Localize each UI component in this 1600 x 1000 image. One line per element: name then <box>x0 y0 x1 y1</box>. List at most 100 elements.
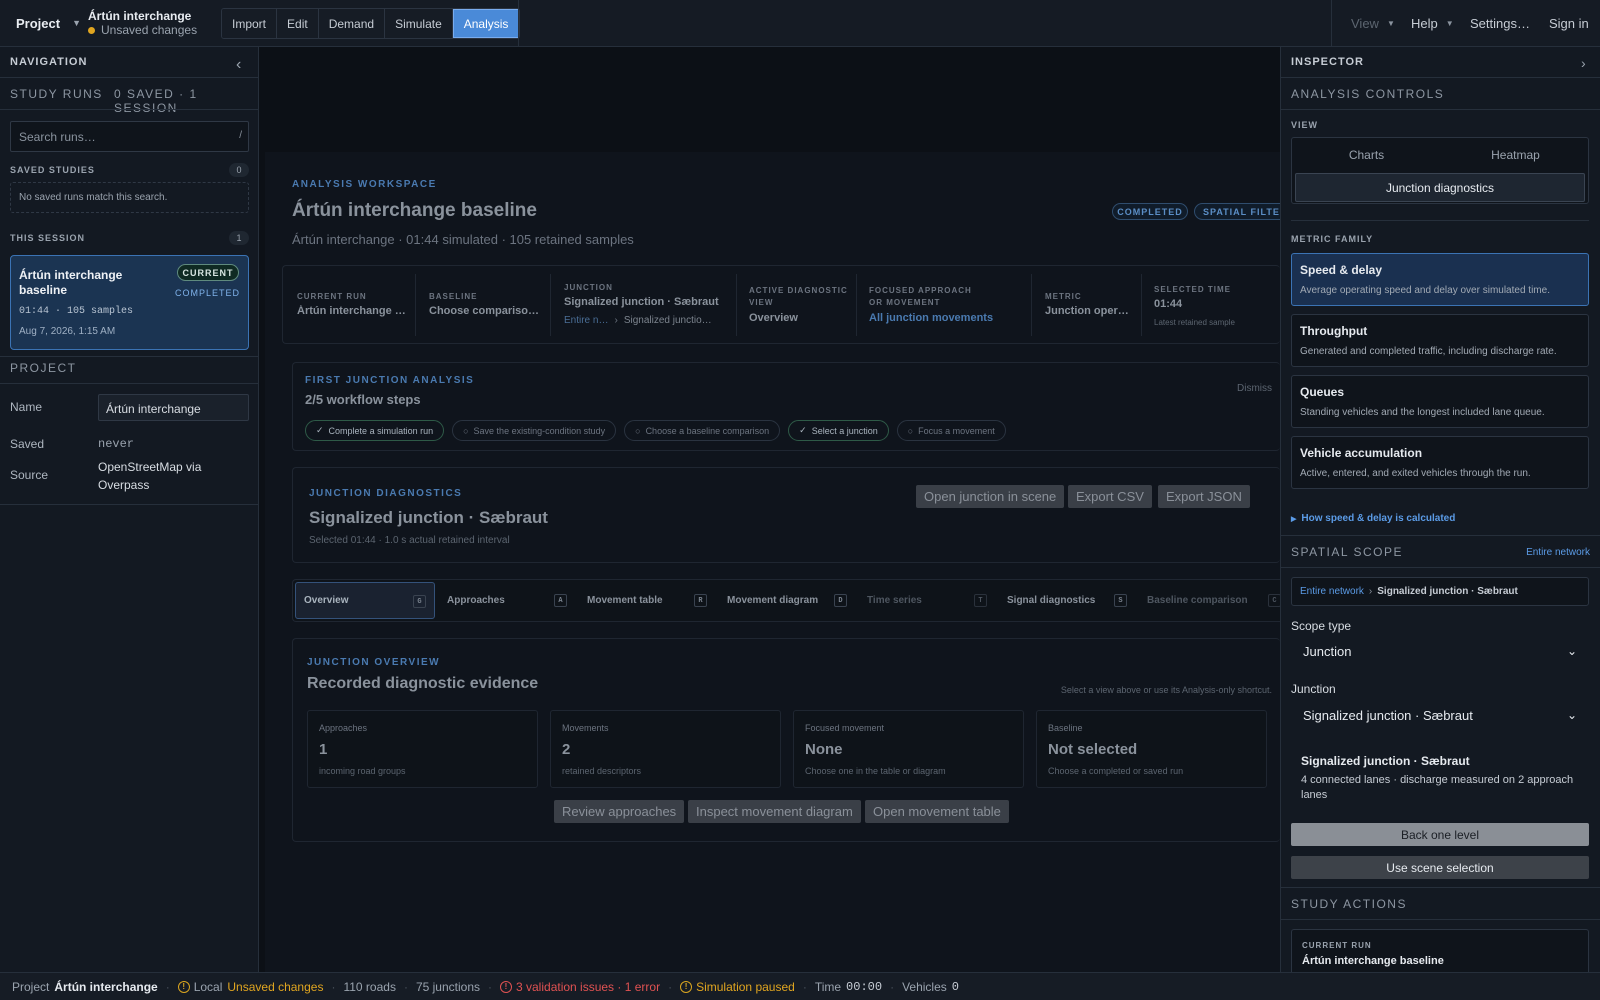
view-menu[interactable]: View ▼ <box>1351 0 1395 46</box>
tab-time-series[interactable]: Time series T <box>859 582 995 619</box>
divider <box>1331 0 1332 46</box>
tab-baseline-comparison[interactable]: Baseline comparison C <box>1139 582 1281 619</box>
how-calculated-disclosure[interactable]: ▶ How speed & delay is calculated <box>1291 513 1455 524</box>
step-label: Save the existing-condition study <box>473 425 606 436</box>
metric-throughput[interactable]: Throughput Generated and completed traff… <box>1291 314 1589 367</box>
saved-studies-title: SAVED STUDIES <box>10 165 95 175</box>
collapse-right-icon[interactable]: › <box>1581 55 1586 71</box>
tab-overview[interactable]: Overview G <box>295 582 435 619</box>
metric-title: Vehicle accumulation <box>1300 446 1423 460</box>
scope-type-select[interactable]: Junction ⌄ <box>1291 633 1589 669</box>
time-label: SELECTED TIME <box>1154 285 1232 294</box>
metric-vehicle-accumulation[interactable]: Vehicle accumulation Active, entered, an… <box>1291 436 1589 489</box>
help-menu-label: Help <box>1411 15 1438 31</box>
stat-note: Choose a completed or saved run <box>1048 766 1184 776</box>
back-one-level-button[interactable]: Back one level <box>1291 823 1589 846</box>
menu-analysis[interactable]: Analysis <box>452 9 520 38</box>
tab-movement-diagram[interactable]: Movement diagram D <box>719 582 855 619</box>
view-heatmap-option[interactable]: Heatmap <box>1441 138 1590 171</box>
view-segmented-control: Charts Heatmap Junction diagnostics <box>1291 137 1589 204</box>
step-complete-run[interactable]: ✓ Complete a simulation run <box>305 420 445 441</box>
separator: · <box>802 979 807 994</box>
navigation-panel: NAVIGATION ‹ STUDY RUNS 0 SAVED · 1 SESS… <box>0 47 259 972</box>
search-runs-input[interactable]: Search runs… / <box>10 121 249 152</box>
junction-overview-card: JUNCTION OVERVIEW Recorded diagnostic ev… <box>292 638 1280 842</box>
open-movement-table-button[interactable]: Open movement table <box>865 800 1009 823</box>
workspace-title: Ártún interchange baseline <box>292 200 537 221</box>
status-vehicles: 0 <box>951 979 959 994</box>
step-select-junction[interactable]: ✓ Select a junction <box>788 420 889 441</box>
status-project-name: Ártún interchange <box>54 979 158 994</box>
crumb-entire-network[interactable]: Entire n… <box>564 315 608 326</box>
metric-speed-delay[interactable]: Speed & delay Average operating speed an… <box>1291 253 1589 306</box>
inspector-title: INSPECTOR <box>1291 56 1364 68</box>
stat-approaches: Approaches 1 incoming road groups <box>307 710 538 788</box>
sign-in-button[interactable]: Sign in <box>1549 0 1589 46</box>
separator: · <box>403 979 408 994</box>
crumb-root[interactable]: Entire network <box>1300 586 1364 597</box>
project-menu-button[interactable]: Project ▼ <box>0 0 81 46</box>
dismiss-button[interactable]: Dismiss <box>1237 383 1272 394</box>
session-count-badge: 1 <box>229 231 249 245</box>
step-label: Focus a movement <box>918 425 995 436</box>
tab-movement-table[interactable]: Movement table R <box>579 582 715 619</box>
diagnostics-title: Signalized junction · Sæbraut <box>309 508 548 527</box>
run-title: Ártún interchange baseline <box>19 268 123 297</box>
stat-value: Not selected <box>1048 741 1138 758</box>
crumb-junction[interactable]: Signalized junctio… <box>624 315 728 326</box>
status-validation-issues[interactable]: 3 validation issues · 1 error <box>516 980 660 994</box>
current-run-value: Ártún interchange … <box>297 305 406 317</box>
focus-value[interactable]: All junction movements <box>869 312 993 324</box>
metric-description: Active, entered, and exited vehicles thr… <box>1300 468 1531 479</box>
export-json-button[interactable]: Export JSON <box>1158 485 1250 508</box>
separator: · <box>890 979 895 994</box>
scope-entire-network-link[interactable]: Entire network <box>1526 547 1590 558</box>
stat-label: Focused movement <box>805 723 885 733</box>
menu-edit[interactable]: Edit <box>277 9 319 38</box>
session-run-card[interactable]: Ártún interchange baseline CURRENT COMPL… <box>10 255 249 350</box>
workspace-kicker: ANALYSIS WORKSPACE <box>292 179 437 190</box>
top-bar: Project ▼ Ártún interchange Unsaved chan… <box>0 0 1600 47</box>
search-shortcut: / <box>239 130 242 141</box>
use-scene-selection-button[interactable]: Use scene selection <box>1291 856 1589 879</box>
menu-import[interactable]: Import <box>222 9 278 38</box>
error-icon: ! <box>500 980 512 993</box>
step-save-study[interactable]: ○ Save the existing-condition study <box>452 420 617 441</box>
view-charts-option[interactable]: Charts <box>1292 138 1441 171</box>
tab-label: Signal diagnostics <box>1007 595 1096 606</box>
metric-queues[interactable]: Queues Standing vehicles and the longest… <box>1291 375 1589 428</box>
first-analysis-kicker: FIRST JUNCTION ANALYSIS <box>305 375 475 386</box>
menu-demand[interactable]: Demand <box>318 9 386 38</box>
settings-button[interactable]: Settings… <box>1470 0 1530 46</box>
tab-label: Approaches <box>447 595 505 606</box>
collapse-left-icon[interactable]: ‹ <box>236 56 241 74</box>
status-junctions: 75 junctions <box>415 979 480 994</box>
overview-title: Recorded diagnostic evidence <box>307 675 539 692</box>
junction-select[interactable]: Signalized junction · Sæbraut ⌄ <box>1291 697 1589 733</box>
open-junction-in-scene-button[interactable]: Open junction in scene <box>916 485 1065 508</box>
how-calculated-label: How speed & delay is calculated <box>1301 513 1456 524</box>
source-label: Source <box>10 468 49 482</box>
stat-value: 1 <box>319 741 328 758</box>
review-approaches-button[interactable]: Review approaches <box>554 800 685 823</box>
overview-hint: Select a view above or use its Analysis-… <box>1060 685 1272 695</box>
current-run-label: CURRENT RUN <box>1302 941 1372 950</box>
junction-diagnostics-card: JUNCTION DIAGNOSTICS Signalized junction… <box>292 467 1280 563</box>
project-name-field[interactable]: Ártún interchange <box>98 394 249 421</box>
inspect-movement-diagram-button[interactable]: Inspect movement diagram <box>688 800 861 823</box>
spatial-filter-badge: SPATIAL FILTER <box>1194 203 1280 220</box>
tab-signal-diagnostics[interactable]: Signal diagnostics S <box>999 582 1135 619</box>
check-icon: ✓ <box>799 425 807 435</box>
step-focus-movement[interactable]: ○ Focus a movement <box>896 420 1006 441</box>
separator: · <box>668 979 673 994</box>
menu-simulate[interactable]: Simulate <box>385 9 453 38</box>
baseline-value[interactable]: Choose compariso… <box>429 305 544 317</box>
help-menu[interactable]: Help ▼ <box>1411 0 1454 46</box>
tab-approaches[interactable]: Approaches A <box>439 582 575 619</box>
crumb-leaf: Signalized junction · Sæbraut <box>1377 586 1518 597</box>
step-choose-baseline[interactable]: ○ Choose a baseline comparison <box>624 420 781 441</box>
view-junction-option[interactable]: Junction diagnostics <box>1295 173 1585 202</box>
separator: · <box>331 979 336 994</box>
status-project-label: Project <box>12 979 50 994</box>
export-csv-button[interactable]: Export CSV <box>1068 485 1152 508</box>
